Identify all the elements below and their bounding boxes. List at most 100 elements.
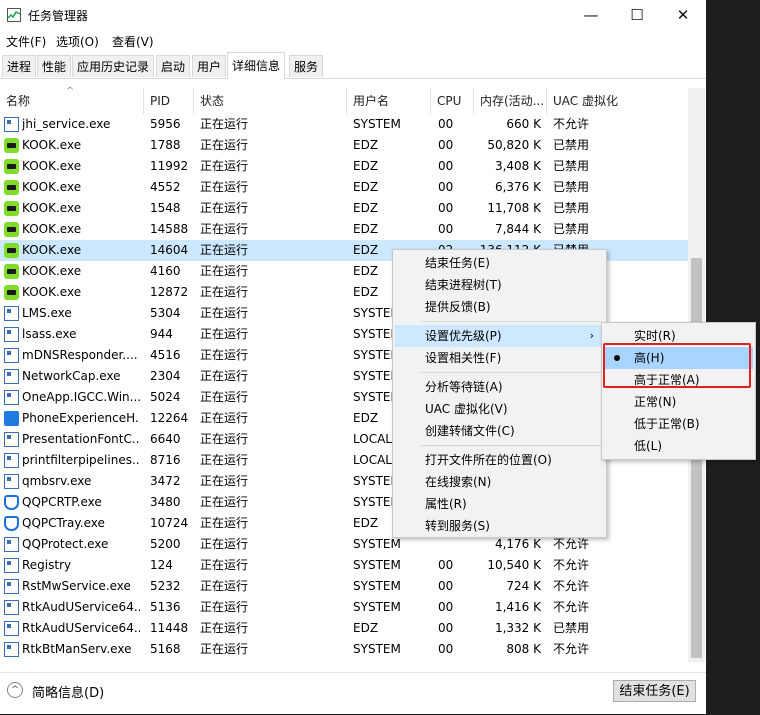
minimize-button[interactable]: — bbox=[568, 0, 614, 30]
close-button[interactable]: ✕ bbox=[660, 0, 706, 30]
tab-processes[interactable]: 进程 bbox=[2, 55, 37, 77]
context-menu: 结束任务(E) 结束进程树(T) 提供反馈(B) 设置优先级(P) › 设置相关性(F) 分… bbox=[392, 249, 607, 538]
tab-services[interactable]: 服务 bbox=[289, 55, 324, 77]
tab-performance[interactable]: 性能 bbox=[37, 55, 72, 77]
table-row[interactable]: RtkAudUService64.... 5136 正在运行 SYSTEM 00 1,41… bbox=[0, 597, 688, 618]
service-window-icon bbox=[4, 600, 19, 615]
table-row[interactable]: KOOK.exe 1788 正在运行 EDZ 00 50,820 K 已禁用 bbox=[0, 135, 688, 156]
cell-pid: 1548 bbox=[150, 201, 181, 215]
service-window-icon bbox=[4, 558, 19, 573]
fewer-details-link[interactable]: 简略信息(D) bbox=[32, 682, 104, 701]
kook-icon bbox=[4, 243, 19, 258]
title-bar[interactable]: 任务管理器 — ☐ ✕ bbox=[0, 0, 706, 30]
service-window-icon bbox=[4, 453, 19, 468]
cell-status: 正在运行 bbox=[200, 159, 249, 173]
context-menu-item[interactable]: 结束任务(E) bbox=[395, 252, 604, 274]
cell-cpu: 00 bbox=[438, 201, 454, 215]
service-window-icon bbox=[4, 432, 19, 447]
context-menu-item[interactable]: 设置优先级(P) › bbox=[395, 325, 604, 347]
context-menu-item[interactable]: 设置相关性(F) bbox=[395, 347, 604, 369]
cell-status: 正在运行 bbox=[200, 558, 249, 572]
menu-item-label: 提供反馈(B) bbox=[425, 300, 491, 314]
menu-item-label: 属性(R) bbox=[425, 497, 467, 511]
cell-memory: 1,416 K bbox=[494, 600, 541, 614]
cell-status: 正在运行 bbox=[200, 579, 249, 593]
column-cpu[interactable]: CPU bbox=[431, 88, 474, 114]
cell-memory: 808 K bbox=[506, 642, 541, 656]
cell-status: 正在运行 bbox=[200, 516, 249, 530]
service-window-icon bbox=[4, 117, 19, 132]
menu-options[interactable]: 选项(O) bbox=[56, 33, 99, 50]
cell-status: 正在运行 bbox=[200, 411, 249, 425]
service-window-icon bbox=[4, 621, 19, 636]
cell-name: Registry bbox=[22, 558, 72, 572]
table-row[interactable]: KOOK.exe 14588 正在运行 EDZ 00 7,844 K 已禁用 bbox=[0, 219, 688, 240]
context-menu-item[interactable]: UAC 虚拟化(V) bbox=[395, 398, 604, 420]
tab-users[interactable]: 用户 bbox=[192, 55, 227, 77]
table-row[interactable]: RstMwService.exe 5232 正在运行 SYSTEM 00 724 K 不允许 bbox=[0, 576, 688, 597]
menu-view[interactable]: 查看(V) bbox=[112, 33, 154, 50]
context-menu-item[interactable]: 属性(R) bbox=[395, 493, 604, 515]
menu-item-label: 低(L) bbox=[634, 439, 663, 453]
table-row[interactable]: RtkAudUService64.... 11448 正在运行 EDZ 00 1,332 … bbox=[0, 618, 688, 639]
priority-menu-item[interactable]: 正常(N) bbox=[604, 391, 753, 413]
maximize-button[interactable]: ☐ bbox=[614, 0, 660, 30]
menu-item-label: UAC 虚拟化(V) bbox=[425, 402, 508, 416]
cell-pid: 4552 bbox=[150, 180, 181, 194]
task-manager-icon bbox=[7, 8, 21, 22]
context-menu-item[interactable]: 打开文件所在的位置(O) bbox=[395, 449, 604, 471]
table-row[interactable]: KOOK.exe 1548 正在运行 EDZ 00 11,708 K 已禁用 bbox=[0, 198, 688, 219]
cell-memory: 3,408 K bbox=[494, 159, 541, 173]
column-username[interactable]: 用户名 bbox=[347, 88, 431, 114]
cell-username: EDZ bbox=[353, 138, 379, 152]
column-name[interactable]: 名称 bbox=[0, 88, 144, 114]
cell-name: LMS.exe bbox=[22, 306, 72, 320]
context-menu-item[interactable]: 创建转储文件(C) bbox=[395, 420, 604, 442]
service-window-icon bbox=[4, 306, 19, 321]
context-menu-item[interactable]: 分析等待链(A) bbox=[395, 376, 604, 398]
cell-uac: 不允许 bbox=[553, 600, 590, 614]
context-menu-item[interactable]: 转到服务(S) bbox=[395, 515, 604, 537]
column-pid[interactable]: PID bbox=[144, 88, 194, 114]
cell-uac: 已禁用 bbox=[553, 159, 590, 173]
service-window-icon bbox=[4, 579, 19, 594]
cell-pid: 14588 bbox=[150, 222, 189, 236]
column-header: 名称 PID 状态 用户名 CPU 内存(活动... UAC 虚拟化 bbox=[0, 88, 688, 114]
context-menu-item[interactable]: 提供反馈(B) bbox=[395, 296, 604, 318]
menu-bar: 文件(F) 选项(O) 查看(V) bbox=[0, 30, 706, 52]
context-menu-item[interactable]: 在线搜索(N) bbox=[395, 471, 604, 493]
table-row[interactable]: RtkBtManServ.exe 5168 正在运行 SYSTEM 00 808 K 不允许 bbox=[0, 639, 688, 660]
table-row[interactable]: jhi_service.exe 5956 正在运行 SYSTEM 00 660 K 不允许 bbox=[0, 114, 688, 135]
service-window-icon bbox=[4, 369, 19, 384]
cell-memory: 1,332 K bbox=[494, 621, 541, 635]
column-uac[interactable]: UAC 虚拟化 bbox=[547, 88, 688, 114]
menu-file[interactable]: 文件(F) bbox=[6, 33, 46, 50]
cell-uac: 已禁用 bbox=[553, 621, 590, 635]
table-row[interactable]: Registry 124 正在运行 SYSTEM 00 10,540 K 不允许 bbox=[0, 555, 688, 576]
table-row[interactable]: KOOK.exe 11992 正在运行 EDZ 00 3,408 K 已禁用 bbox=[0, 156, 688, 177]
cell-cpu: 00 bbox=[438, 621, 454, 635]
priority-menu-item[interactable]: 低于正常(B) bbox=[604, 413, 753, 435]
tab-startup[interactable]: 启动 bbox=[156, 55, 191, 77]
context-menu-item[interactable]: 结束进程树(T) bbox=[395, 274, 604, 296]
collapse-icon[interactable]: ^ bbox=[7, 682, 23, 698]
cell-memory: 10,540 K bbox=[487, 558, 541, 572]
cell-name: OneApp.IGCC.Win... bbox=[22, 390, 140, 404]
cell-cpu: 00 bbox=[438, 600, 454, 614]
menu-item-label: 低于正常(B) bbox=[634, 417, 700, 431]
cell-status: 正在运行 bbox=[200, 621, 249, 635]
cell-name: RtkBtManServ.exe bbox=[22, 642, 132, 656]
cell-pid: 4516 bbox=[150, 348, 181, 362]
cell-name: KOOK.exe bbox=[22, 222, 82, 236]
column-status[interactable]: 状态 bbox=[194, 88, 347, 114]
table-row[interactable]: KOOK.exe 4552 正在运行 EDZ 00 6,376 K 已禁用 bbox=[0, 177, 688, 198]
cell-name: printfilterpipelines... bbox=[22, 453, 140, 467]
end-task-button[interactable]: 结束任务(E) bbox=[613, 680, 696, 702]
tab-app-history[interactable]: 应用历史记录 bbox=[72, 55, 155, 77]
tab-details[interactable]: 详细信息 bbox=[227, 52, 286, 79]
column-memory[interactable]: 内存(活动... bbox=[474, 88, 547, 114]
cell-name: QQPCTray.exe bbox=[22, 516, 105, 530]
cell-username: SYSTEM bbox=[353, 642, 401, 656]
priority-menu-item[interactable]: 低(L) bbox=[604, 435, 753, 457]
service-window-icon bbox=[4, 474, 19, 489]
